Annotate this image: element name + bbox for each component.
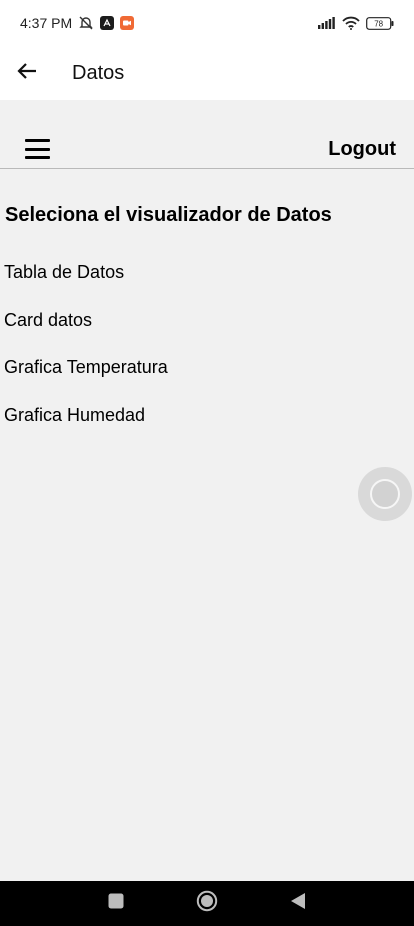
system-nav-bar xyxy=(0,881,414,926)
app-bar: Datos xyxy=(0,46,414,100)
back-nav-button[interactable] xyxy=(278,884,318,924)
mute-icon xyxy=(78,15,94,31)
assistive-touch-icon xyxy=(370,479,400,509)
logout-button[interactable]: Logout xyxy=(328,138,396,161)
home-circle-icon xyxy=(196,890,218,917)
back-button[interactable] xyxy=(0,46,54,100)
home-button[interactable] xyxy=(187,884,227,924)
arrow-left-icon xyxy=(17,62,37,85)
list-item-card-datos[interactable]: Card datos xyxy=(4,306,168,354)
battery-level: 78 xyxy=(374,19,383,28)
list-item-tabla-de-datos[interactable]: Tabla de Datos xyxy=(4,258,168,306)
status-time: 4:37 PM xyxy=(20,15,73,31)
camera-notification-icon xyxy=(120,16,135,30)
visualizer-list: Tabla de Datos Card datos Grafica Temper… xyxy=(4,258,168,448)
assistive-touch-button[interactable] xyxy=(358,467,412,521)
signal-icon xyxy=(318,17,336,29)
recents-square-icon xyxy=(108,893,124,914)
status-bar: 4:37 PM 78 xyxy=(0,0,414,46)
wifi-icon xyxy=(342,16,360,30)
battery-icon: 78 xyxy=(366,16,394,30)
inner-toolbar: Logout xyxy=(0,130,414,169)
list-item-grafica-humedad[interactable]: Grafica Humedad xyxy=(4,401,168,449)
back-triangle-icon xyxy=(290,892,306,915)
status-left: 4:37 PM xyxy=(20,15,135,31)
recents-button[interactable] xyxy=(96,884,136,924)
status-right: 78 xyxy=(318,16,394,30)
section-heading: Seleciona el visualizador de Datos xyxy=(5,204,332,226)
hamburger-menu-icon[interactable] xyxy=(25,139,50,159)
page-title: Datos xyxy=(72,61,125,84)
list-item-grafica-temperatura[interactable]: Grafica Temperatura xyxy=(4,353,168,401)
app-notification-icon xyxy=(100,16,115,30)
